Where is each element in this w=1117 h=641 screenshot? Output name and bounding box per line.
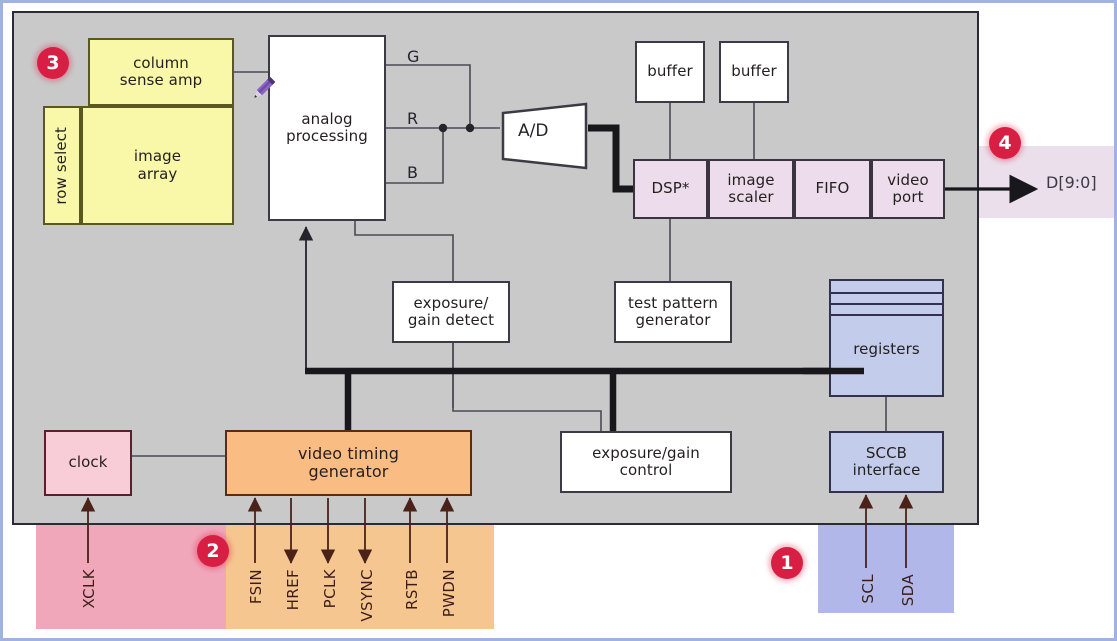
registers-label: registers	[853, 340, 920, 359]
block-test-pattern-generator[interactable]: test pattern generator	[614, 281, 732, 343]
label-channel-b: B	[407, 163, 418, 182]
video-timing-label-line1: video timing	[297, 443, 400, 463]
video-port-label-line2: port	[892, 188, 924, 206]
pin-label-pwdn: PWDN	[440, 569, 458, 618]
test-pattern-label-line2: generator	[635, 311, 711, 329]
buffer-2-label: buffer	[731, 62, 777, 81]
block-sccb-interface[interactable]: SCCB interface	[829, 431, 944, 493]
analog-processing-label-line1: analog	[301, 109, 353, 128]
label-channel-g: G	[407, 47, 420, 66]
pin-label-rstb: RSTB	[403, 569, 421, 610]
block-exposure-gain-detect[interactable]: exposure/ gain detect	[392, 281, 510, 343]
highlight-clock-band-lower	[36, 525, 226, 629]
register-stripe-2	[830, 303, 943, 305]
pin-label-href: HREF	[284, 569, 302, 611]
image-scaler-label-line1: image	[727, 170, 775, 189]
label-adc: A/D	[518, 121, 549, 141]
label-channel-r: R	[407, 109, 419, 128]
badge-4-label: 4	[998, 132, 1012, 154]
video-timing-label-line2: generator	[308, 462, 389, 481]
sccb-label-line2: interface	[852, 461, 921, 479]
block-dsp[interactable]: DSP*	[633, 159, 708, 219]
badge-3-sensor-array[interactable]: 3	[37, 47, 69, 79]
block-column-sense-amp[interactable]: column sense amp	[88, 38, 234, 106]
register-stripe-1	[830, 292, 943, 294]
pin-label-sda: SDA	[899, 574, 917, 607]
block-image-array[interactable]: image array	[81, 106, 234, 225]
exposure-gain-control-label-line2: control	[619, 461, 673, 479]
analog-processing-label-line2: processing	[286, 127, 368, 145]
exposure-gain-control-label-line1: exposure/gain	[592, 443, 700, 462]
badge-4-video-output[interactable]: 4	[989, 127, 1021, 159]
buffer-1-label: buffer	[647, 62, 693, 81]
block-clock[interactable]: clock	[44, 430, 132, 496]
block-fifo[interactable]: FIFO	[794, 159, 871, 219]
image-array-label-line1: image	[133, 147, 182, 166]
block-image-scaler[interactable]: image scaler	[708, 159, 794, 219]
highlight-sccb-band-lower	[818, 525, 954, 613]
pin-label-fsin: FSIN	[247, 569, 265, 605]
dsp-label: DSP*	[651, 179, 690, 198]
column-sense-amp-label-line1: column	[133, 53, 189, 72]
image-array-label-line2: array	[137, 164, 178, 183]
exposure-gain-detect-label-line2: gain detect	[407, 311, 495, 329]
register-stripe-3	[830, 314, 943, 316]
block-analog-processing[interactable]: analog processing	[268, 35, 386, 221]
exposure-gain-detect-label-line1: exposure/	[413, 293, 489, 312]
block-video-port[interactable]: video port	[871, 159, 945, 219]
badge-1-sccb-control[interactable]: 1	[771, 547, 803, 579]
block-buffer-2[interactable]: buffer	[719, 41, 789, 103]
row-select-label: row select	[52, 126, 71, 205]
pen-cursor-icon	[254, 77, 275, 98]
video-port-label-line1: video	[887, 170, 929, 189]
badge-2-label: 2	[206, 540, 220, 562]
sccb-label-line1: SCCB	[865, 443, 908, 462]
block-row-select[interactable]: row select	[43, 106, 81, 225]
pin-label-pclk: PCLK	[321, 569, 339, 609]
fifo-label: FIFO	[815, 179, 850, 198]
clock-label: clock	[68, 453, 108, 472]
block-video-timing-generator[interactable]: video timing generator	[225, 430, 472, 496]
pin-label-vsync: VSYNC	[358, 569, 376, 622]
pin-label-scl: SCL	[859, 574, 877, 604]
badge-3-label: 3	[46, 52, 60, 74]
column-sense-amp-label-line2: sense amp	[119, 71, 203, 89]
block-exposure-gain-control[interactable]: exposure/gain control	[560, 431, 732, 493]
image-scaler-label-line2: scaler	[728, 188, 774, 206]
badge-1-label: 1	[780, 552, 794, 574]
label-data-output: D[9:0]	[1046, 173, 1097, 192]
block-buffer-1[interactable]: buffer	[635, 41, 705, 103]
badge-2-video-timing[interactable]: 2	[197, 535, 229, 567]
test-pattern-label-line1: test pattern	[628, 293, 718, 312]
block-registers[interactable]: registers	[829, 279, 944, 397]
pin-label-xclk: XCLK	[80, 569, 98, 609]
diagram-canvas: column sense amp row select image array …	[0, 0, 1117, 641]
